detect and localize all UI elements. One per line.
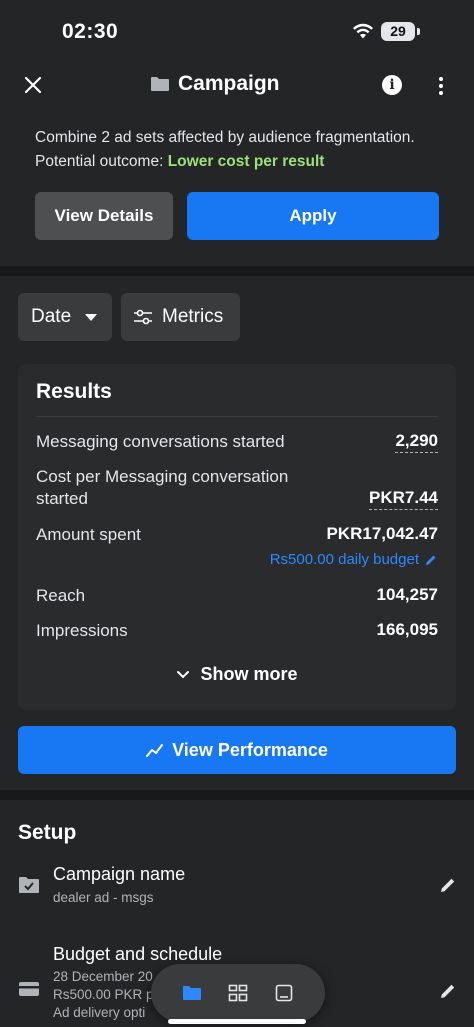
metric-label-messaging: Messaging conversations started bbox=[36, 432, 285, 451]
results-divider bbox=[36, 416, 438, 417]
results-title: Results bbox=[36, 380, 112, 403]
more-icon[interactable] bbox=[431, 74, 451, 98]
recommendation-description: Combine 2 ad sets affected by audience f… bbox=[35, 129, 415, 146]
outcome-label: Potential outcome: bbox=[35, 153, 164, 170]
tab-ad-sets[interactable] bbox=[226, 981, 250, 1005]
page-title: Campaign bbox=[178, 72, 280, 95]
info-icon[interactable]: i bbox=[382, 75, 402, 95]
metrics-filter-button[interactable]: Metrics bbox=[121, 293, 240, 341]
date-filter-button[interactable]: Date bbox=[18, 293, 112, 341]
status-bar: 02:30 29 bbox=[0, 0, 474, 62]
setup-title: Setup bbox=[18, 821, 77, 844]
budget-schedule-amount: Rs500.00 PKR p bbox=[53, 987, 154, 1002]
metric-label-cost-per: Cost per Messaging conversation started bbox=[36, 467, 289, 508]
layout-icon bbox=[228, 984, 248, 1002]
daily-budget-label: Rs500.00 daily budget bbox=[269, 551, 419, 568]
metric-value-reach: 104,257 bbox=[376, 585, 438, 604]
budget-schedule-delivery: Ad delivery opti bbox=[53, 1005, 146, 1020]
battery-tip bbox=[417, 28, 420, 35]
metric-value-impressions: 166,095 bbox=[376, 620, 438, 639]
metric-label-impressions: Impressions bbox=[36, 621, 128, 640]
metric-value-cost-per[interactable]: PKR7.44 bbox=[369, 488, 438, 510]
metric-label-reach: Reach bbox=[36, 586, 86, 605]
recommendation-card: Combine 2 ad sets affected by audience f… bbox=[0, 110, 474, 266]
budget-schedule-title: Budget and schedule bbox=[53, 944, 223, 964]
view-performance-label: View Performance bbox=[172, 739, 328, 760]
campaign-name-value: dealer ad - msgs bbox=[53, 890, 154, 905]
pencil-icon bbox=[426, 555, 436, 565]
section-divider bbox=[0, 266, 474, 276]
edit-icon[interactable] bbox=[438, 981, 458, 1001]
campaign-name-title: Campaign name bbox=[53, 864, 186, 884]
apply-button[interactable]: Apply bbox=[187, 192, 439, 240]
section-divider-2 bbox=[0, 790, 474, 800]
status-time: 02:30 bbox=[62, 20, 119, 43]
results-section: Date Metrics Results Messaging conversat… bbox=[0, 276, 474, 790]
bottom-tab-bar bbox=[151, 964, 325, 1022]
folder-icon bbox=[151, 77, 169, 91]
metrics-filter-label: Metrics bbox=[162, 306, 224, 327]
close-icon[interactable] bbox=[20, 72, 46, 98]
view-details-button[interactable]: View Details bbox=[35, 192, 173, 240]
outcome-value: Lower cost per result bbox=[167, 153, 325, 170]
metric-label-amount-spent: Amount spent bbox=[36, 525, 141, 544]
folder-icon bbox=[183, 986, 201, 1000]
metric-value-messaging[interactable]: 2,290 bbox=[395, 431, 438, 453]
card-icon bbox=[19, 982, 39, 996]
recommendation-text: Combine 2 ad sets affected by audience f… bbox=[35, 126, 415, 174]
chevron-down-icon bbox=[177, 670, 190, 678]
budget-schedule-date: 28 December 20 bbox=[53, 969, 153, 984]
wifi-icon bbox=[353, 23, 373, 39]
date-filter-label: Date bbox=[31, 306, 72, 327]
sliders-icon bbox=[134, 309, 152, 325]
results-card: Results Messaging conversations started … bbox=[18, 364, 456, 710]
battery-indicator: 29 bbox=[381, 22, 415, 41]
metric-value-amount-spent: PKR17,042.47 bbox=[326, 524, 438, 543]
folder-check-icon bbox=[19, 877, 39, 893]
header-title-group: Campaign bbox=[150, 72, 280, 96]
app-header: Campaign i bbox=[0, 62, 474, 110]
chart-line-icon bbox=[146, 744, 164, 757]
show-more-label: Show more bbox=[200, 664, 298, 684]
tablet-icon bbox=[275, 984, 293, 1002]
home-indicator[interactable] bbox=[168, 1019, 306, 1024]
caret-down-icon bbox=[85, 313, 98, 321]
tab-campaign[interactable] bbox=[180, 981, 204, 1005]
recommendation-outcome: Potential outcome: Lower cost per result bbox=[35, 150, 415, 174]
show-more-button[interactable]: Show more bbox=[18, 664, 456, 685]
view-performance-button[interactable]: View Performance bbox=[18, 726, 456, 774]
tab-ads[interactable] bbox=[272, 981, 296, 1005]
edit-icon[interactable] bbox=[438, 875, 458, 895]
daily-budget-link[interactable]: Rs500.00 daily budget bbox=[270, 551, 438, 568]
